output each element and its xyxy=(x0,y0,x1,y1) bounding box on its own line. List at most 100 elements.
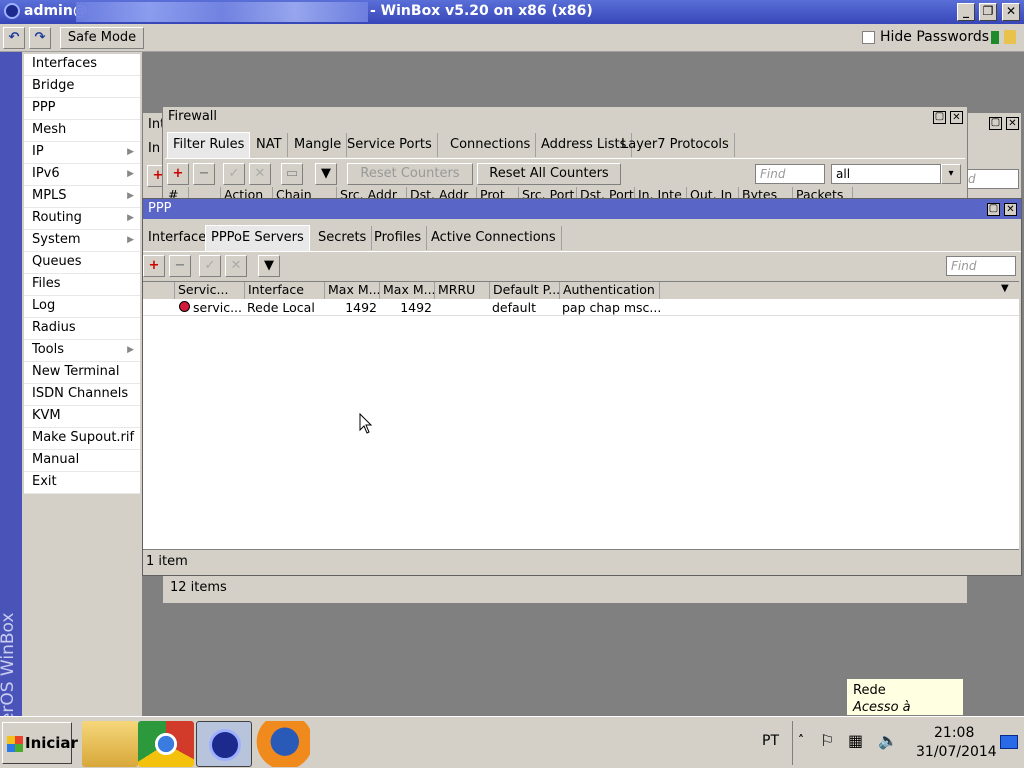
firewall-enable-icon[interactable]: ✓ xyxy=(223,163,245,185)
ppp-close-icon[interactable]: ✕ xyxy=(1004,203,1017,216)
sidebar-item-tools[interactable]: Tools ▶ xyxy=(24,340,140,362)
close-button[interactable]: ✕ xyxy=(1002,3,1020,21)
sidebar-item-kvm[interactable]: KVM xyxy=(24,406,140,428)
table-row[interactable]: servic... Rede Local 1492 1492 default pap ch… xyxy=(143,299,1019,316)
status-indicator xyxy=(991,31,999,44)
tab-secrets[interactable]: Secrets xyxy=(313,226,373,250)
sidebar-item-routing[interactable]: Routing ▶ xyxy=(24,208,140,230)
sidebar-item-system[interactable]: System ▶ xyxy=(24,230,140,252)
ppp-maximize-icon[interactable]: ▢ xyxy=(987,203,1000,216)
ppp-find-input[interactable]: Find xyxy=(946,256,1016,276)
show-hidden-icons-icon[interactable]: ˄ xyxy=(798,733,804,747)
taskbar: Iniciar PT ˄ ⚐ ▦ 🔈 21:08 31/07/2014 xyxy=(0,716,1024,768)
ppp-disable-icon[interactable]: ✕ xyxy=(225,255,247,277)
sidebar-item-make-supout-rif[interactable]: Make Supout.rif xyxy=(24,428,140,450)
sidebar-item-ipv6[interactable]: IPv6 ▶ xyxy=(24,164,140,186)
chevron-down-icon[interactable]: ▾ xyxy=(941,164,961,184)
reset-all-counters-button[interactable]: Reset All Counters xyxy=(477,163,621,185)
sidebar-item-isdn-channels[interactable]: ISDN Channels xyxy=(24,384,140,406)
volume-icon[interactable]: 🔈 xyxy=(878,731,898,750)
ppp-column-header[interactable]: Max M... xyxy=(325,282,380,299)
tab-layer7-protocols[interactable]: Layer7 Protocols xyxy=(616,133,735,157)
network-tooltip: Rede Acesso à Internet xyxy=(846,678,964,732)
sidebar-item-interfaces[interactable]: Interfaces xyxy=(24,54,140,76)
ppp-window[interactable]: PPP ▢ ✕ Interface PPPoE Servers Secrets Pro… xyxy=(142,198,1022,576)
sidebar-item-mpls[interactable]: MPLS ▶ xyxy=(24,186,140,208)
minimize-button[interactable]: _ xyxy=(957,3,975,21)
ppp-column-header[interactable]: Authentication xyxy=(560,282,660,299)
ppp-column-header[interactable]: Default P... xyxy=(490,282,560,299)
firefox-icon[interactable] xyxy=(254,721,310,767)
chevron-right-icon: ▶ xyxy=(127,147,134,157)
tab-service-ports[interactable]: Service Ports xyxy=(342,133,438,157)
firewall-filter-icon[interactable]: ▼ xyxy=(315,163,337,185)
ppp-column-header[interactable]: MRRU xyxy=(435,282,490,299)
firewall-comment-icon[interactable]: ▭ xyxy=(281,163,303,185)
window-title-bar[interactable]: admin@ - WinBox v5.20 on x86 (x86) _ ❐ ✕ xyxy=(0,0,1024,24)
language-indicator[interactable]: PT xyxy=(762,733,779,749)
firewall-add-icon[interactable]: + xyxy=(167,163,189,185)
sidebar-item-exit[interactable]: Exit xyxy=(24,472,140,494)
undo-button[interactable]: ↶ xyxy=(3,27,25,49)
ppp-column-select[interactable] xyxy=(143,282,175,299)
tab-mangle[interactable]: Mangle xyxy=(289,133,348,157)
winbox-taskbar-icon[interactable] xyxy=(196,721,252,767)
chrome-icon[interactable] xyxy=(138,721,194,767)
ppp-cell-service: servic... xyxy=(193,300,243,315)
ppp-column-header[interactable]: Servic... xyxy=(175,282,245,299)
ppp-column-header[interactable]: Interface xyxy=(245,282,325,299)
file-explorer-icon[interactable] xyxy=(82,721,138,767)
tab-filter-rules[interactable]: Filter Rules xyxy=(167,132,251,158)
sidebar-item-manual[interactable]: Manual xyxy=(24,450,140,472)
winbox-app-icon xyxy=(209,729,241,761)
tab-nat[interactable]: NAT xyxy=(251,133,288,157)
sidebar-item-files[interactable]: Files xyxy=(24,274,140,296)
sidebar-item-label: Manual xyxy=(32,452,80,467)
firewall-disable-icon[interactable]: ✕ xyxy=(249,163,271,185)
network-icon[interactable]: ▦ xyxy=(848,731,863,750)
hide-passwords-checkbox[interactable] xyxy=(862,31,875,44)
sidebar-item-radius[interactable]: Radius xyxy=(24,318,140,340)
sidebar-item-label: KVM xyxy=(32,408,61,423)
firewall-filter-select[interactable]: all xyxy=(831,164,941,184)
tab-profiles[interactable]: Profiles xyxy=(369,226,428,250)
tab-interface[interactable]: Interface xyxy=(143,226,213,250)
interfaces-tab[interactable]: In xyxy=(148,141,160,156)
ppp-filter-icon[interactable]: ▼ xyxy=(258,255,280,277)
ppp-enable-icon[interactable]: ✓ xyxy=(199,255,221,277)
ppp-title-bar[interactable]: PPP ▢ ✕ xyxy=(143,199,1021,219)
ppp-columns-chevron-icon[interactable]: ▼ xyxy=(1001,283,1009,294)
firewall-title-bar[interactable]: Firewall ▢ ✕ xyxy=(163,107,967,127)
sidebar-item-ppp[interactable]: PPP xyxy=(24,98,140,120)
show-desktop-icon[interactable] xyxy=(1000,735,1018,749)
sidebar-item-label: Tools xyxy=(32,342,65,357)
firewall-find-input[interactable]: Find xyxy=(755,164,825,184)
restore-button[interactable]: ❐ xyxy=(979,3,997,21)
ppp-remove-icon[interactable]: − xyxy=(169,255,191,277)
ppp-add-icon[interactable]: + xyxy=(143,255,165,277)
firewall-maximize-icon[interactable]: ▢ xyxy=(933,111,946,124)
ppp-column-header[interactable]: Max M... xyxy=(380,282,435,299)
interfaces-close-icon[interactable]: ✕ xyxy=(1006,117,1019,130)
sidebar-item-bridge[interactable]: Bridge xyxy=(24,76,140,98)
sidebar-item-new-terminal[interactable]: New Terminal xyxy=(24,362,140,384)
firewall-close-icon[interactable]: ✕ xyxy=(950,111,963,124)
tab-active-connections[interactable]: Active Connections xyxy=(426,226,562,250)
sidebar-item-log[interactable]: Log xyxy=(24,296,140,318)
interfaces-find-input[interactable]: d xyxy=(963,169,1019,189)
sidebar-item-queues[interactable]: Queues xyxy=(24,252,140,274)
reset-counters-button[interactable]: Reset Counters xyxy=(347,163,473,185)
start-button[interactable]: Iniciar xyxy=(2,722,78,764)
clock-date[interactable]: 31/07/2014 xyxy=(916,744,997,760)
firewall-remove-icon[interactable]: − xyxy=(193,163,215,185)
interfaces-maximize-icon[interactable]: ▢ xyxy=(989,117,1002,130)
flag-icon[interactable]: ⚐ xyxy=(820,731,834,750)
sidebar-item-mesh[interactable]: Mesh xyxy=(24,120,140,142)
clock-time[interactable]: 21:08 xyxy=(934,725,974,741)
redo-button[interactable]: ↷ xyxy=(29,27,51,49)
tab-connections[interactable]: Connections xyxy=(445,133,537,157)
sidebar-item-ip[interactable]: IP ▶ xyxy=(24,142,140,164)
sidebar-item-label: PPP xyxy=(32,100,56,115)
safe-mode-button[interactable]: Safe Mode xyxy=(60,27,144,49)
tab-pppoe-servers[interactable]: PPPoE Servers xyxy=(205,225,310,251)
